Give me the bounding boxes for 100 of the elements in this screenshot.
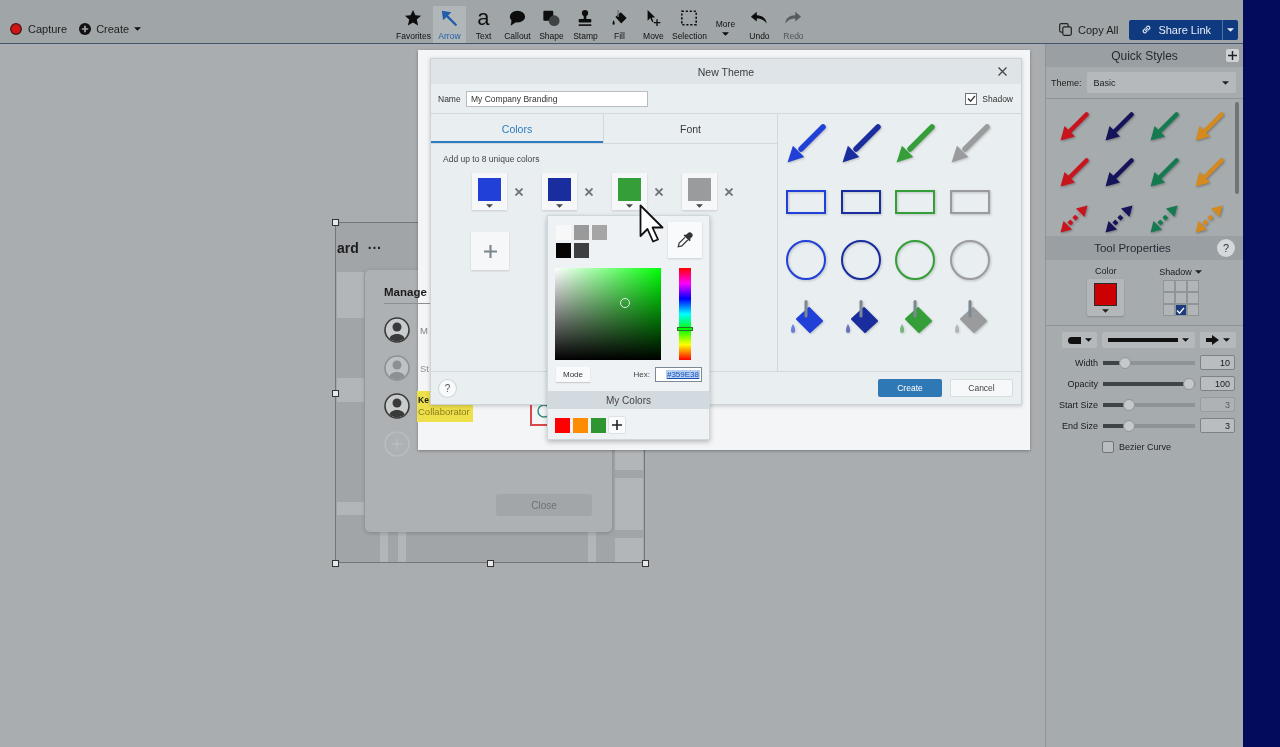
theme-dropdown[interactable]: Basic <box>1086 72 1236 93</box>
resize-handle[interactable] <box>332 390 339 397</box>
cancel-button[interactable]: Cancel <box>950 379 1013 397</box>
slider-thumb[interactable] <box>1119 356 1131 369</box>
preset-swatch[interactable] <box>574 225 589 240</box>
scrollbar[interactable] <box>1235 102 1239 194</box>
close-button[interactable] <box>998 67 1007 76</box>
link-icon <box>1141 24 1153 35</box>
more-button[interactable]: More <box>708 6 742 43</box>
color-button[interactable] <box>1087 279 1125 316</box>
circle-preview-icon <box>949 240 990 280</box>
arrow-style-icon[interactable] <box>1103 112 1134 142</box>
hue-slider-thumb[interactable] <box>677 326 693 331</box>
caret-icon <box>1194 269 1202 274</box>
callout-tool[interactable]: Callout <box>500 6 534 43</box>
caret-icon <box>626 204 633 208</box>
plus-icon <box>612 420 622 430</box>
text-tool[interactable]: a Text <box>466 6 500 43</box>
resize-handle[interactable] <box>332 560 339 567</box>
help-button[interactable]: ? <box>1217 239 1235 257</box>
arrow-style-icon[interactable] <box>1103 158 1134 188</box>
shadow-position-cell[interactable] <box>1162 280 1175 292</box>
plus-circle-icon <box>79 23 92 35</box>
slider-thumb[interactable] <box>1123 419 1135 432</box>
tab[interactable]: Font <box>604 114 777 143</box>
arrow-preview-icon <box>840 124 881 164</box>
shadow-position-cell[interactable] <box>1186 280 1199 292</box>
mouse-pointer-icon <box>639 204 665 244</box>
color-swatch-button[interactable] <box>542 173 577 210</box>
color-swatch-button[interactable] <box>612 173 647 210</box>
resize-handle[interactable] <box>332 219 339 226</box>
color-swatch-button[interactable] <box>472 173 507 210</box>
fill-tool[interactable]: Fill <box>602 6 636 43</box>
shadow-position-cell[interactable] <box>1174 292 1187 304</box>
paint-bucket-icon <box>610 9 629 27</box>
bezier-checkbox[interactable] <box>1102 441 1114 453</box>
remove-icon[interactable] <box>515 187 523 196</box>
share-options-button[interactable] <box>1222 19 1238 40</box>
shadow-position-cell[interactable] <box>1162 304 1175 316</box>
shadow-position-cell[interactable] <box>1186 304 1199 316</box>
resize-handle[interactable] <box>642 560 649 567</box>
page-title: ard <box>337 240 359 256</box>
line-style-dropdown[interactable] <box>1102 332 1195 348</box>
value-field[interactable]: 10 <box>1200 355 1235 370</box>
value-field[interactable]: 3 <box>1200 418 1235 433</box>
double-arrow-style-icon[interactable] <box>1103 204 1134 234</box>
favorites-tool[interactable]: Favorites <box>395 6 432 43</box>
check-icon <box>966 95 976 102</box>
copy-all-button[interactable]: Copy All <box>1059 20 1119 39</box>
name-field[interactable]: My Company Branding <box>466 90 648 107</box>
more-menu-glyph: ··· <box>367 240 382 256</box>
resize-handle[interactable] <box>487 560 494 567</box>
tab[interactable]: Colors <box>431 114 604 143</box>
square-circle-icon <box>542 9 561 27</box>
eyedropper-button[interactable] <box>668 222 702 258</box>
move-tool[interactable]: Move <box>636 6 670 43</box>
stamp-tool[interactable]: Stamp <box>568 6 602 43</box>
shadow-checkbox[interactable] <box>965 92 978 105</box>
shadow-position-cell[interactable] <box>1162 292 1175 304</box>
value-field[interactable]: 100 <box>1200 376 1235 391</box>
add-style-button[interactable] <box>1225 49 1239 62</box>
mode-button[interactable]: Mode <box>556 367 590 382</box>
arrow-end-dropdown[interactable] <box>1200 332 1236 348</box>
saved-color-swatch[interactable] <box>591 417 606 433</box>
capture-button[interactable]: Capture <box>10 20 68 38</box>
create-button[interactable]: Create <box>878 379 942 397</box>
remove-icon[interactable] <box>585 187 593 196</box>
remove-icon[interactable] <box>655 187 663 196</box>
color-swatch-button[interactable] <box>682 173 717 210</box>
create-button[interactable]: Create <box>79 20 142 38</box>
preset-swatch[interactable] <box>556 243 571 258</box>
remove-icon[interactable] <box>725 187 733 196</box>
selection-tool[interactable]: Selection <box>670 6 708 43</box>
member-name: M <box>419 324 428 336</box>
share-link-button[interactable]: Share Link <box>1129 19 1222 40</box>
shadow-position-cell[interactable] <box>1174 280 1187 292</box>
layout-block <box>615 478 643 530</box>
caret-icon <box>1223 338 1230 342</box>
preset-swatch[interactable] <box>592 225 607 240</box>
circle-preview-icon <box>840 240 881 280</box>
add-color-button[interactable] <box>609 417 625 433</box>
preset-swatch[interactable] <box>574 243 589 258</box>
layout-block <box>615 538 643 562</box>
saved-color-swatch[interactable] <box>555 417 570 433</box>
slider-thumb[interactable] <box>1123 398 1135 411</box>
undo-button[interactable]: Undo <box>742 6 776 43</box>
help-button[interactable]: ? <box>439 379 456 397</box>
saved-color-swatch[interactable] <box>573 417 588 433</box>
hex-field[interactable]: #359E38 <box>655 367 702 382</box>
slider-label: End Size <box>1060 420 1098 431</box>
add-color-button[interactable] <box>471 232 509 270</box>
line-cap-dropdown[interactable] <box>1062 332 1097 348</box>
panel-title: Manage <box>384 285 427 299</box>
shadow-position-cell[interactable] <box>1186 292 1199 304</box>
slider-thumb[interactable] <box>1183 377 1195 390</box>
hue-slider-track[interactable] <box>677 268 693 360</box>
shape-tool[interactable]: Shape <box>534 6 568 43</box>
color-field[interactable] <box>555 268 661 360</box>
shadow-menu-button[interactable]: Shadow <box>1159 266 1202 277</box>
plus-icon <box>1227 51 1237 60</box>
